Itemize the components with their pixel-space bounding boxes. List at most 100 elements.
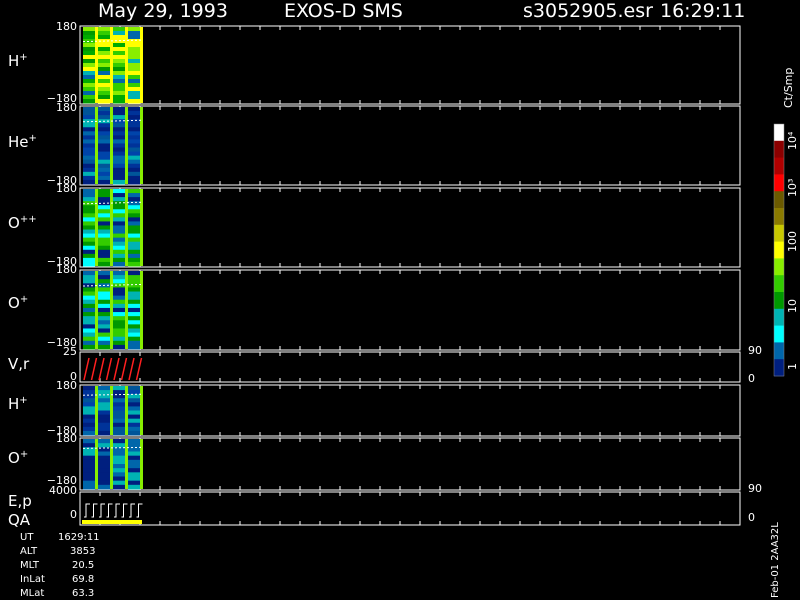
colorbar-label-10: 10 bbox=[786, 299, 799, 313]
spectro-cell-p0 bbox=[98, 63, 110, 68]
spectro-cell-p1 bbox=[113, 111, 125, 116]
spectro-cell-p5 bbox=[98, 386, 110, 391]
spectro-cell-p0 bbox=[128, 67, 140, 72]
spectro-cell-p6 bbox=[113, 476, 125, 482]
spectro-cell-p2 bbox=[83, 221, 95, 226]
spectro-cell-p1 bbox=[113, 147, 125, 153]
spectro-cell-p2 bbox=[113, 213, 125, 218]
spectro-cell-p3 bbox=[98, 303, 110, 309]
spectro-cell-p3 bbox=[113, 344, 125, 350]
spectro-cell-p6 bbox=[83, 464, 95, 469]
ep-trace bbox=[99, 503, 105, 518]
colorbar-swatch bbox=[774, 258, 784, 276]
spectro-cell-p3 bbox=[98, 279, 110, 284]
panel-label-qa: QA bbox=[8, 511, 31, 529]
spectro-cell-p2 bbox=[98, 213, 110, 218]
spectro-cell-p6 bbox=[83, 468, 95, 473]
spectro-peak-line bbox=[140, 27, 143, 103]
spectro-cell-p0 bbox=[98, 99, 110, 104]
spectro-cell-p1 bbox=[83, 155, 95, 161]
spectro-cell-p1 bbox=[128, 131, 140, 136]
spectro-cell-p1 bbox=[98, 163, 110, 169]
spectro-cell-p6 bbox=[113, 451, 125, 457]
spectro-cell-p1 bbox=[83, 111, 95, 116]
colorbar-swatch bbox=[774, 308, 784, 327]
spectro-cell-p5 bbox=[98, 410, 110, 416]
ep-trace bbox=[106, 503, 113, 518]
spectro-cell-p3 bbox=[128, 324, 140, 329]
spectro-cell-p5 bbox=[113, 430, 125, 436]
spectro-cell-p6 bbox=[113, 439, 125, 444]
spectro-cell-p1 bbox=[128, 107, 140, 112]
panel-label-o-plus: O+ bbox=[8, 294, 29, 312]
spectro-cell-p2 bbox=[128, 249, 140, 255]
panel-label-ep: E,p bbox=[8, 492, 32, 510]
spectro-cell-p3 bbox=[113, 295, 125, 301]
spectro-cell-p1 bbox=[98, 139, 110, 144]
spectro-cell-p2 bbox=[98, 205, 110, 210]
spectro-cell-p0 bbox=[113, 35, 125, 40]
spectro-cell-p1 bbox=[83, 147, 95, 153]
spectro-cell-p2 bbox=[128, 221, 140, 226]
spectro-cell-p1 bbox=[98, 123, 110, 128]
spectro-cell-p3 bbox=[83, 299, 95, 305]
panel-frame-0 bbox=[79, 25, 741, 105]
spectro-cell-p1 bbox=[98, 159, 110, 165]
spectro-cell-p0 bbox=[113, 99, 125, 104]
spectro-cell-p5 bbox=[113, 426, 125, 432]
spectro-cell-p5 bbox=[113, 402, 125, 407]
spectro-cell-p5 bbox=[83, 426, 95, 432]
spectro-cell-p0 bbox=[128, 87, 140, 92]
spectro-cell-p3 bbox=[98, 328, 110, 334]
ep-trace bbox=[84, 503, 90, 518]
panel-label-he-plus: He+ bbox=[8, 133, 37, 151]
spectro-cell-p3 bbox=[98, 291, 110, 297]
spectro-cell-p0 bbox=[128, 95, 140, 100]
footer-vertical-label: Feb-01 2AA32L bbox=[770, 522, 781, 598]
spectro-cell-p1 bbox=[113, 143, 125, 149]
spectro-cell-p1 bbox=[113, 107, 125, 112]
vr-trace bbox=[113, 357, 120, 381]
spectro-cell-p2 bbox=[113, 205, 125, 210]
spectro-cell-p0 bbox=[98, 83, 110, 88]
spectro-cell-p1 bbox=[113, 123, 125, 128]
colorbar-swatch bbox=[774, 241, 784, 259]
spectro-cell-p3 bbox=[98, 287, 110, 293]
spectro-cell-p0 bbox=[113, 95, 125, 100]
spectro-cell-p3 bbox=[128, 307, 140, 313]
colorbar-label-1e4: 10⁴ bbox=[786, 131, 799, 150]
spectro-cell-p6 bbox=[113, 455, 125, 461]
spectro-cell-p0 bbox=[83, 59, 95, 64]
spectro-cell-p3 bbox=[83, 312, 95, 317]
colorbar-swatch bbox=[774, 275, 784, 293]
spectro-cell-p2 bbox=[113, 241, 125, 247]
spectro-cell-p3 bbox=[113, 307, 125, 313]
spectro-cell-p3 bbox=[83, 291, 95, 297]
spectro-cell-p6 bbox=[98, 476, 110, 482]
colorbar-label-100: 100 bbox=[786, 231, 799, 252]
spectro-cell-p3 bbox=[83, 328, 95, 334]
spectro-cell-p6 bbox=[113, 472, 125, 477]
spectro-cell-p1 bbox=[113, 127, 125, 132]
eph-ut-name: UT bbox=[20, 532, 34, 543]
spectro-cell-p5 bbox=[113, 390, 125, 395]
spectro-cell-p1 bbox=[83, 151, 95, 157]
spectro-cell-p1 bbox=[113, 171, 125, 177]
rtick-vr-top: 90 bbox=[748, 344, 762, 357]
spectro-cell-p0 bbox=[128, 51, 140, 56]
spectro-cell-p1 bbox=[113, 135, 125, 140]
spectro-cell-p5 bbox=[98, 398, 110, 403]
spectro-cell-p5 bbox=[128, 406, 140, 411]
spectro-cell-p1 bbox=[98, 147, 110, 153]
spectro-cell-p2 bbox=[83, 229, 95, 235]
spectro-peak-line bbox=[125, 189, 128, 266]
spectro-cell-p2 bbox=[98, 233, 110, 239]
spectro-cell-p0 bbox=[128, 99, 140, 104]
colorbar-swatch bbox=[774, 124, 784, 142]
spectro-cell-p1 bbox=[128, 179, 140, 185]
spectro-cell-p1 bbox=[128, 159, 140, 165]
spectro-cell-p1 bbox=[128, 155, 140, 161]
colorbar-swatch bbox=[774, 140, 784, 159]
spectro-cell-p2 bbox=[98, 257, 110, 263]
spectro-cell-p2 bbox=[98, 189, 110, 194]
